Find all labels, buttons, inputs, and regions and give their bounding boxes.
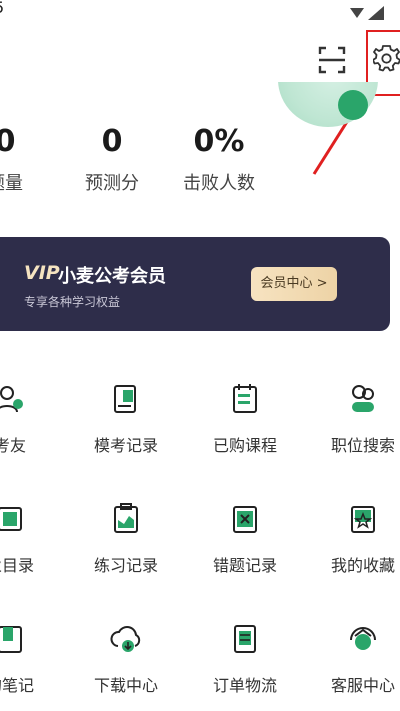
- job-search-icon: [352, 385, 374, 412]
- status-time: 5: [0, 0, 4, 17]
- menu-item-mock-exam[interactable]: 模考记录: [71, 382, 181, 456]
- stat-label: 击败人数: [183, 173, 255, 194]
- menu-item-label: 的笔记: [0, 676, 34, 695]
- favorites-icon: [351, 506, 375, 533]
- menu-item-label: 练习记录: [93, 556, 158, 575]
- scan-icon[interactable]: [316, 44, 348, 76]
- vip-title: 小麦公考会员: [58, 266, 166, 287]
- stat-value: 0%: [193, 124, 245, 159]
- menu-item-label: 下载中心: [93, 676, 158, 695]
- menu-item-job-search[interactable]: 职位搜索: [308, 382, 400, 456]
- menu-item-practice-record[interactable]: 练习记录: [71, 502, 181, 576]
- menu-item-order-logistics[interactable]: 订单物流: [190, 622, 300, 696]
- menu-item-customer-service[interactable]: 客服中心: [308, 622, 400, 696]
- notes-icon: [0, 626, 22, 653]
- vip-subtitle: 专享各种学习权益: [24, 295, 121, 309]
- download-center-icon: [110, 626, 141, 652]
- member-center-button[interactable]: 会员中心 >: [251, 267, 337, 301]
- menu-item-favorites[interactable]: 我的收藏: [308, 502, 400, 576]
- status-bar: 5: [0, 0, 400, 26]
- vip-banner[interactable]: VIP 小麦公考会员 专享各种学习权益 会员中心 >: [0, 237, 390, 331]
- purchased-course-icon: [233, 384, 257, 413]
- menu-item-label: 错题记录: [212, 556, 277, 575]
- menu-item-label: 模考记录: [93, 436, 158, 455]
- menu-item-label: 客服中心: [330, 676, 395, 695]
- order-logistics-icon: [234, 625, 256, 653]
- catalog-icon: [0, 507, 22, 531]
- menu-item-download-center[interactable]: 下载中心: [71, 622, 181, 696]
- edit-badge-icon[interactable]: [338, 90, 368, 120]
- menu-item-purchased-course[interactable]: 已购课程: [190, 382, 300, 456]
- menu-item-friends[interactable]: 考友: [0, 382, 65, 456]
- menu-item-notes[interactable]: 的笔记: [0, 622, 65, 696]
- friends-icon: [0, 386, 23, 413]
- stat-value: 0: [101, 124, 123, 159]
- customer-service-icon: [350, 627, 376, 650]
- practice-record-icon: [114, 503, 138, 533]
- stat-value: 0: [0, 124, 16, 159]
- stat-label: 题量: [0, 173, 23, 194]
- stat-predicted-score[interactable]: 0 预测分: [62, 124, 162, 195]
- menu-item-label: 我的收藏: [330, 556, 395, 575]
- avatar[interactable]: [278, 82, 388, 130]
- menu-item-wrong-question[interactable]: 错题记录: [190, 502, 300, 576]
- vip-logo: VIP: [24, 262, 60, 284]
- signal-battery-icon: [350, 6, 384, 20]
- stat-label: 预测分: [85, 173, 139, 194]
- stat-defeated[interactable]: 0% 击败人数: [164, 124, 274, 195]
- wrong-question-icon: [233, 506, 257, 533]
- mock-exam-icon: [114, 385, 136, 413]
- menu-item-label: 业目录: [0, 556, 34, 575]
- menu-item-label: 职位搜索: [330, 436, 395, 455]
- menu-item-label: 已购课程: [212, 436, 277, 455]
- menu-item-label: 订单物流: [212, 676, 277, 695]
- stat-questions[interactable]: 0 题量: [0, 124, 55, 195]
- menu-item-label: 考友: [0, 436, 26, 455]
- menu-item-catalog[interactable]: 业目录: [0, 502, 65, 576]
